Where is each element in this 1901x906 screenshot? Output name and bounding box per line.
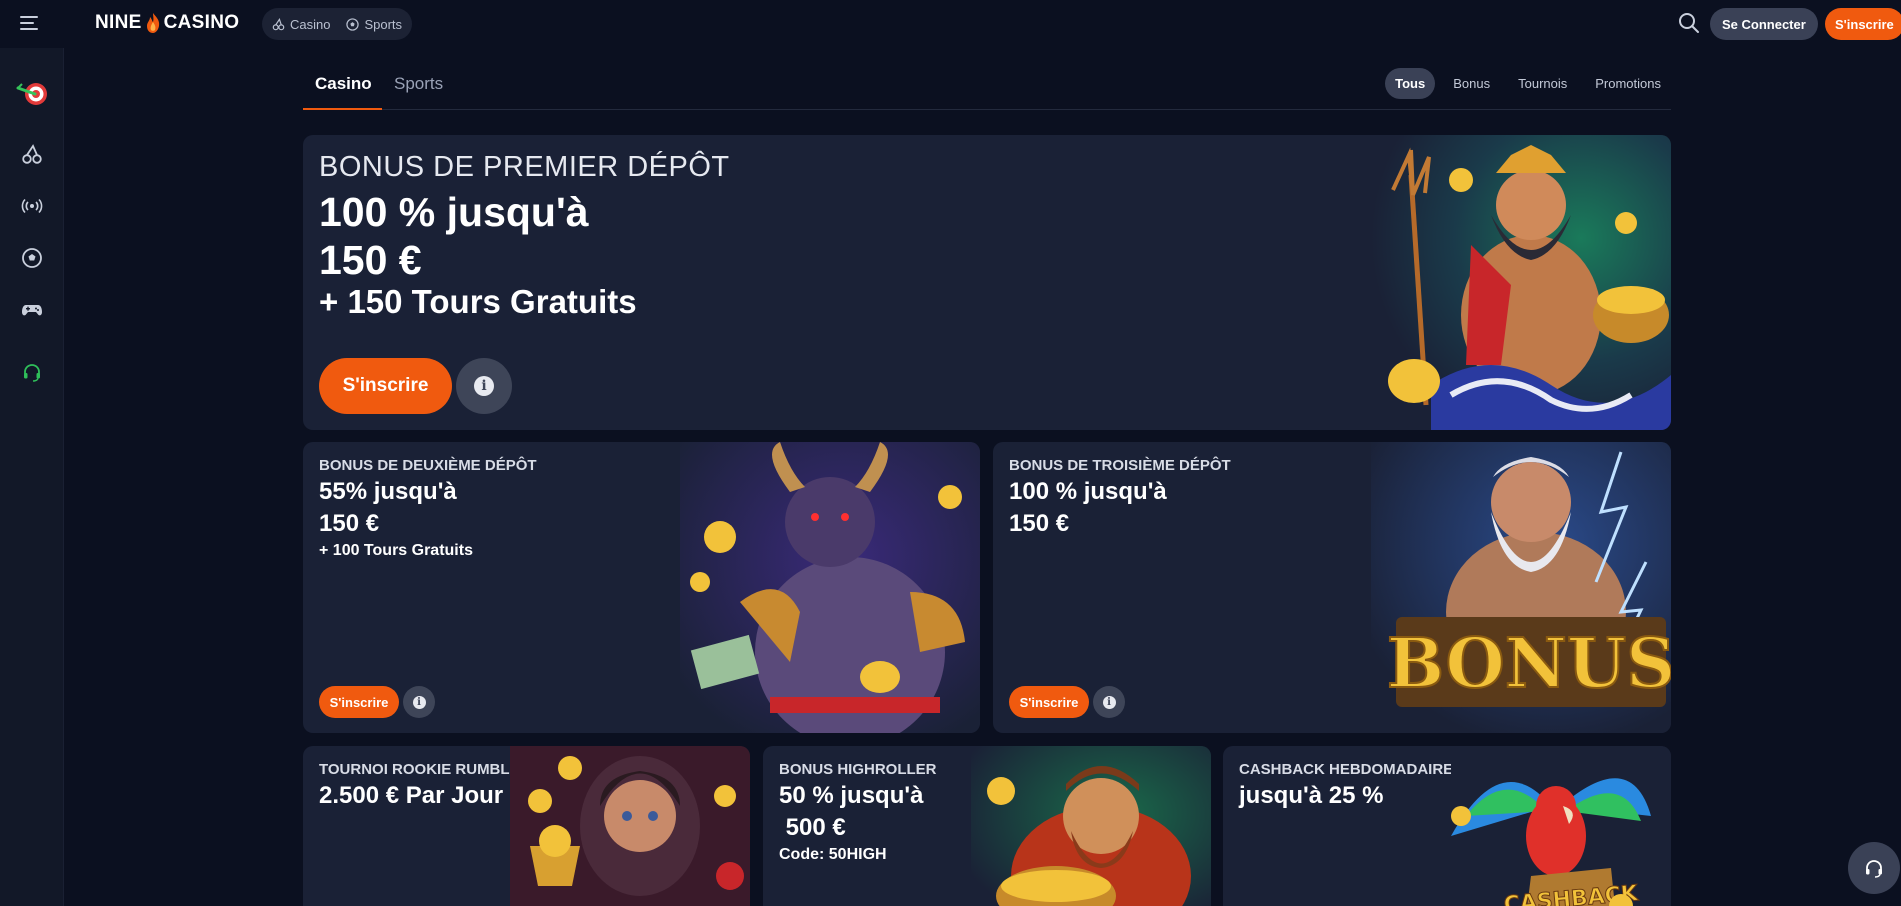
- promo-spins: + 150 Tours Gratuits: [319, 283, 637, 320]
- tab-casino[interactable]: Casino: [315, 74, 372, 94]
- promo-amount-line2: 150 €: [319, 237, 422, 283]
- promo-amount-line1: 100 % jusqu'à: [319, 189, 589, 235]
- promo-amount-line1: 55% jusqu'à: [319, 478, 457, 505]
- promo-card-second-deposit[interactable]: BONUS DE DEUXIÈME DÉPÔT 55% jusqu'à 150 …: [303, 442, 980, 733]
- promo-amount-line2: 500 €: [779, 814, 846, 841]
- logo[interactable]: NINE CASINO: [95, 12, 239, 34]
- cherry-icon: [22, 144, 42, 164]
- sidebar: [0, 48, 64, 906]
- info-button-third-deposit[interactable]: i: [1093, 686, 1125, 718]
- top-nav-sports[interactable]: Sports: [346, 17, 402, 32]
- support-chat-button[interactable]: [1848, 842, 1900, 894]
- info-icon: i: [1102, 695, 1116, 709]
- promo-code: Code: 50HIGH: [779, 846, 887, 863]
- menu-icon[interactable]: [20, 16, 38, 30]
- promo-amount-line1: 50 % jusqu'à: [779, 782, 924, 809]
- soccer-ball-icon: [22, 248, 42, 268]
- search-icon[interactable]: [1678, 12, 1700, 34]
- top-nav-sports-label: Sports: [364, 16, 403, 32]
- sidebar-item-live[interactable]: [18, 192, 46, 220]
- zeus-illustration: BONUS: [1371, 442, 1671, 733]
- promo-label: TOURNOI ROOKIE RUMBLE: [319, 761, 520, 778]
- rookie-illustration: [510, 746, 750, 906]
- promo-card-first-deposit[interactable]: BONUS DE PREMIER DÉPÔT 100 % jusqu'à 150…: [303, 135, 1671, 430]
- logo-text-right: CASINO: [163, 12, 240, 33]
- promo-card-rookie-rumble[interactable]: TOURNOI ROOKIE RUMBLE 2.500 € Par Jour: [303, 746, 750, 906]
- promo-card-third-deposit[interactable]: BONUS DE TROISIÈME DÉPÔT 100 % jusqu'à 1…: [993, 442, 1671, 733]
- filter-bonus[interactable]: Bonus: [1443, 68, 1500, 99]
- filter-tournois[interactable]: Tournois: [1508, 68, 1577, 99]
- promotions-tabs: Casino Sports Tous Bonus Tournois Promot…: [303, 56, 1671, 110]
- signup-button-second-deposit[interactable]: S'inscrire: [319, 686, 399, 718]
- active-tab-indicator: [303, 108, 382, 110]
- headset-icon: [1866, 860, 1882, 878]
- live-icon: [21, 198, 43, 214]
- filter-promotions[interactable]: Promotions: [1585, 68, 1671, 99]
- soccer-ball-icon: [346, 17, 360, 31]
- signup-button-header[interactable]: S'inscrire: [1825, 8, 1901, 40]
- promo-amount-line1: jusqu'à 25 %: [1239, 782, 1384, 809]
- top-nav-casino[interactable]: Casino: [272, 17, 330, 32]
- promo-amount-line1: 100 % jusqu'à: [1009, 478, 1167, 505]
- filter-tous[interactable]: Tous: [1385, 68, 1436, 99]
- sidebar-item-casino[interactable]: [18, 140, 46, 168]
- highroller-illustration: [971, 746, 1211, 906]
- promo-label: BONUS DE DEUXIÈME DÉPÔT: [319, 457, 537, 474]
- filter-pills: Tous Bonus Tournois Promotions: [1385, 68, 1671, 99]
- sidebar-item-missions[interactable]: [14, 74, 50, 110]
- logo-text-left: NINE: [95, 12, 142, 33]
- poseidon-illustration: [1371, 135, 1671, 430]
- promo-label: CASHBACK HEBDOMADAIRE: [1239, 761, 1454, 778]
- info-icon: i: [474, 376, 494, 396]
- promo-amount-line1: 2.500 € Par Jour: [319, 782, 504, 809]
- info-button-second-deposit[interactable]: i: [403, 686, 435, 718]
- top-bar: NINE CASINO Casino Sports Se Connecter S…: [0, 0, 1901, 48]
- promo-label: BONUS DE TROISIÈME DÉPÔT: [1009, 457, 1231, 474]
- gamepad-icon: [22, 305, 42, 316]
- top-nav: Casino Sports: [262, 8, 413, 40]
- promo-amount-line2: 150 €: [319, 510, 380, 537]
- promo-card-highroller[interactable]: BONUS HIGHROLLER 50 % jusqu'à 500 € Code…: [763, 746, 1211, 906]
- target-icon: [16, 83, 47, 105]
- info-icon: i: [412, 695, 426, 709]
- promo-spins: + 100 Tours Gratuits: [319, 542, 473, 559]
- parrot-cashback-illustration: CASHBACK: [1451, 746, 1671, 906]
- info-button-first-deposit[interactable]: i: [456, 358, 512, 414]
- tab-sports[interactable]: Sports: [394, 74, 443, 94]
- sidebar-item-support[interactable]: [18, 358, 46, 386]
- cherry-icon: [272, 17, 285, 30]
- promo-card-weekly-cashback[interactable]: CASHBACK HEBDOMADAIRE jusqu'à 25 % CASHB…: [1223, 746, 1671, 906]
- signup-button-third-deposit[interactable]: S'inscrire: [1009, 686, 1089, 718]
- sidebar-item-games[interactable]: [18, 296, 46, 324]
- headset-icon: [24, 364, 40, 382]
- minotaur-illustration: [680, 442, 980, 733]
- top-nav-casino-label: Casino: [290, 16, 331, 32]
- flame-logo-icon: [146, 13, 159, 33]
- promo-amount-line2: 150 €: [1009, 510, 1070, 537]
- bonus-art-text: BONUS: [1387, 624, 1671, 704]
- promo-label: BONUS HIGHROLLER: [779, 761, 937, 778]
- sidebar-item-sports[interactable]: [18, 244, 46, 272]
- promo-label: BONUS DE PREMIER DÉPÔT: [319, 151, 730, 183]
- login-button[interactable]: Se Connecter: [1710, 8, 1818, 40]
- signup-button-first-deposit[interactable]: S'inscrire: [319, 358, 452, 414]
